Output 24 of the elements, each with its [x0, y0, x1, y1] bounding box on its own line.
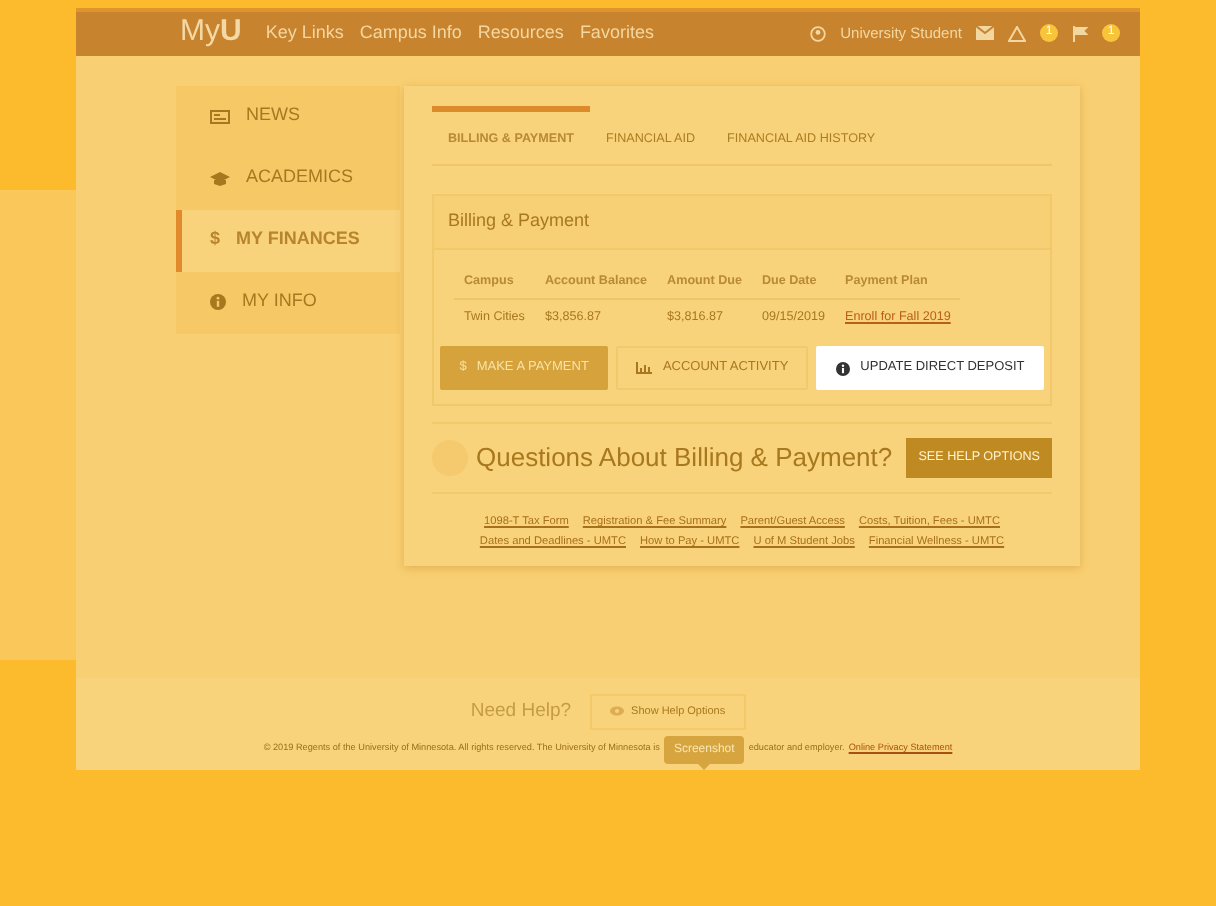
info-icon — [210, 294, 226, 311]
flag-icon[interactable] — [1072, 25, 1088, 42]
sidebar-item[interactable]: NEWS — [176, 85, 400, 148]
nav-link[interactable]: Resources — [477, 19, 564, 47]
sidebar-item[interactable]: MY INFO — [176, 271, 400, 334]
sidebar-item[interactable]: ACADEMICS — [176, 147, 400, 210]
tooltip-pointer — [698, 764, 711, 770]
nav-link[interactable]: Key Links — [265, 19, 344, 47]
info-icon — [836, 361, 851, 376]
dollar-icon: $ — [210, 226, 221, 254]
chart-icon — [636, 362, 653, 375]
graduation-cap-icon — [210, 171, 230, 186]
panel-title: Billing & Payment — [434, 196, 1050, 250]
warning-icon[interactable] — [1008, 25, 1026, 42]
need-help-text: Need Help? — [470, 697, 572, 726]
nav-link[interactable]: Campus Info — [359, 19, 462, 47]
mail-icon[interactable] — [976, 26, 994, 41]
sidebar-item[interactable]: $ MY FINANCES — [176, 209, 400, 272]
user-icon — [810, 25, 827, 42]
myu-logo[interactable]: MyU — [180, 10, 242, 56]
newspaper-icon — [210, 109, 230, 124]
help-heading: Questions About Billing & Payment? — [476, 440, 893, 477]
eye-icon — [609, 706, 624, 717]
nav-link[interactable]: Favorites — [579, 19, 654, 47]
